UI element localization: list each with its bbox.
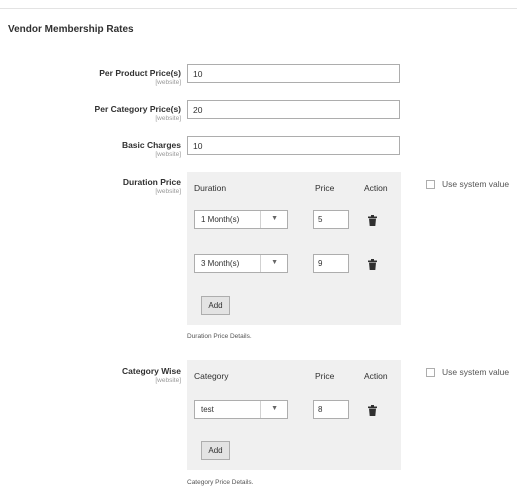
per-category-label-group: Per Category Price(s) [website] bbox=[95, 104, 181, 122]
action-column-header: Action bbox=[364, 371, 388, 381]
duration-price-input[interactable] bbox=[313, 254, 349, 273]
scope-label: [website] bbox=[155, 188, 181, 195]
action-column-header: Action bbox=[364, 183, 388, 193]
per-product-label: Per Product Price(s) bbox=[99, 68, 181, 78]
chevron-down-icon: ▼ bbox=[271, 215, 278, 222]
duration-select[interactable]: 3 Month(s) ▼ bbox=[194, 254, 288, 273]
chevron-down-icon: ▼ bbox=[271, 259, 278, 266]
select-divider bbox=[260, 255, 261, 272]
header-divider bbox=[0, 8, 517, 9]
duration-price-grid: Duration Price Action 1 Month(s) ▼ 3 Mon… bbox=[187, 172, 401, 325]
category-select[interactable]: test ▼ bbox=[194, 400, 288, 419]
use-system-value-checkbox[interactable] bbox=[426, 368, 435, 377]
category-price-input[interactable] bbox=[313, 400, 349, 419]
duration-column-header: Duration bbox=[194, 183, 227, 193]
duration-price-note: Duration Price Details. bbox=[187, 333, 252, 340]
basic-charges-label-group: Basic Charges [website] bbox=[122, 140, 181, 158]
select-divider bbox=[260, 401, 261, 418]
category-wise-grid: Category Price Action test ▼ Add bbox=[187, 360, 401, 470]
duration-select-value: 3 Month(s) bbox=[201, 259, 240, 268]
scope-label: [website] bbox=[155, 377, 181, 384]
category-column-header: Category bbox=[194, 371, 229, 381]
price-column-header: Price bbox=[315, 183, 335, 193]
section-title: Vendor Membership Rates bbox=[8, 24, 134, 35]
scope-label: [website] bbox=[155, 79, 181, 86]
basic-charges-label: Basic Charges bbox=[121, 140, 181, 150]
use-system-value-label: Use system value bbox=[442, 179, 510, 189]
add-duration-button[interactable]: Add bbox=[201, 296, 230, 315]
per-category-label: Per Category Price(s) bbox=[94, 104, 181, 114]
basic-charges-input[interactable] bbox=[187, 136, 400, 155]
select-divider bbox=[260, 211, 261, 228]
chevron-down-icon: ▼ bbox=[271, 405, 278, 412]
trash-icon[interactable] bbox=[368, 215, 377, 226]
price-column-header: Price bbox=[315, 371, 335, 381]
duration-select-value: 1 Month(s) bbox=[201, 215, 240, 224]
duration-price-label-group: Duration Price [website] bbox=[123, 177, 181, 195]
duration-price-label: Duration Price bbox=[122, 177, 181, 187]
trash-icon[interactable] bbox=[368, 405, 377, 416]
use-system-value-label: Use system value bbox=[442, 367, 510, 377]
per-category-price-input[interactable] bbox=[187, 100, 400, 119]
category-wise-label-group: Category Wise [website] bbox=[122, 366, 181, 384]
grid-header: Category Price Action bbox=[187, 360, 401, 388]
category-price-note: Category Price Details. bbox=[187, 479, 254, 486]
add-category-button[interactable]: Add bbox=[201, 441, 230, 460]
duration-price-input[interactable] bbox=[313, 210, 349, 229]
scope-label: [website] bbox=[155, 151, 181, 158]
category-wise-label: Category Wise bbox=[122, 366, 181, 376]
grid-header: Duration Price Action bbox=[187, 172, 401, 200]
per-product-price-input[interactable] bbox=[187, 64, 400, 83]
duration-select[interactable]: 1 Month(s) ▼ bbox=[194, 210, 288, 229]
trash-icon[interactable] bbox=[368, 259, 377, 270]
per-product-label-group: Per Product Price(s) [website] bbox=[99, 68, 181, 86]
scope-label: [website] bbox=[155, 115, 181, 122]
use-system-value-checkbox[interactable] bbox=[426, 180, 435, 189]
category-select-value: test bbox=[201, 405, 214, 414]
